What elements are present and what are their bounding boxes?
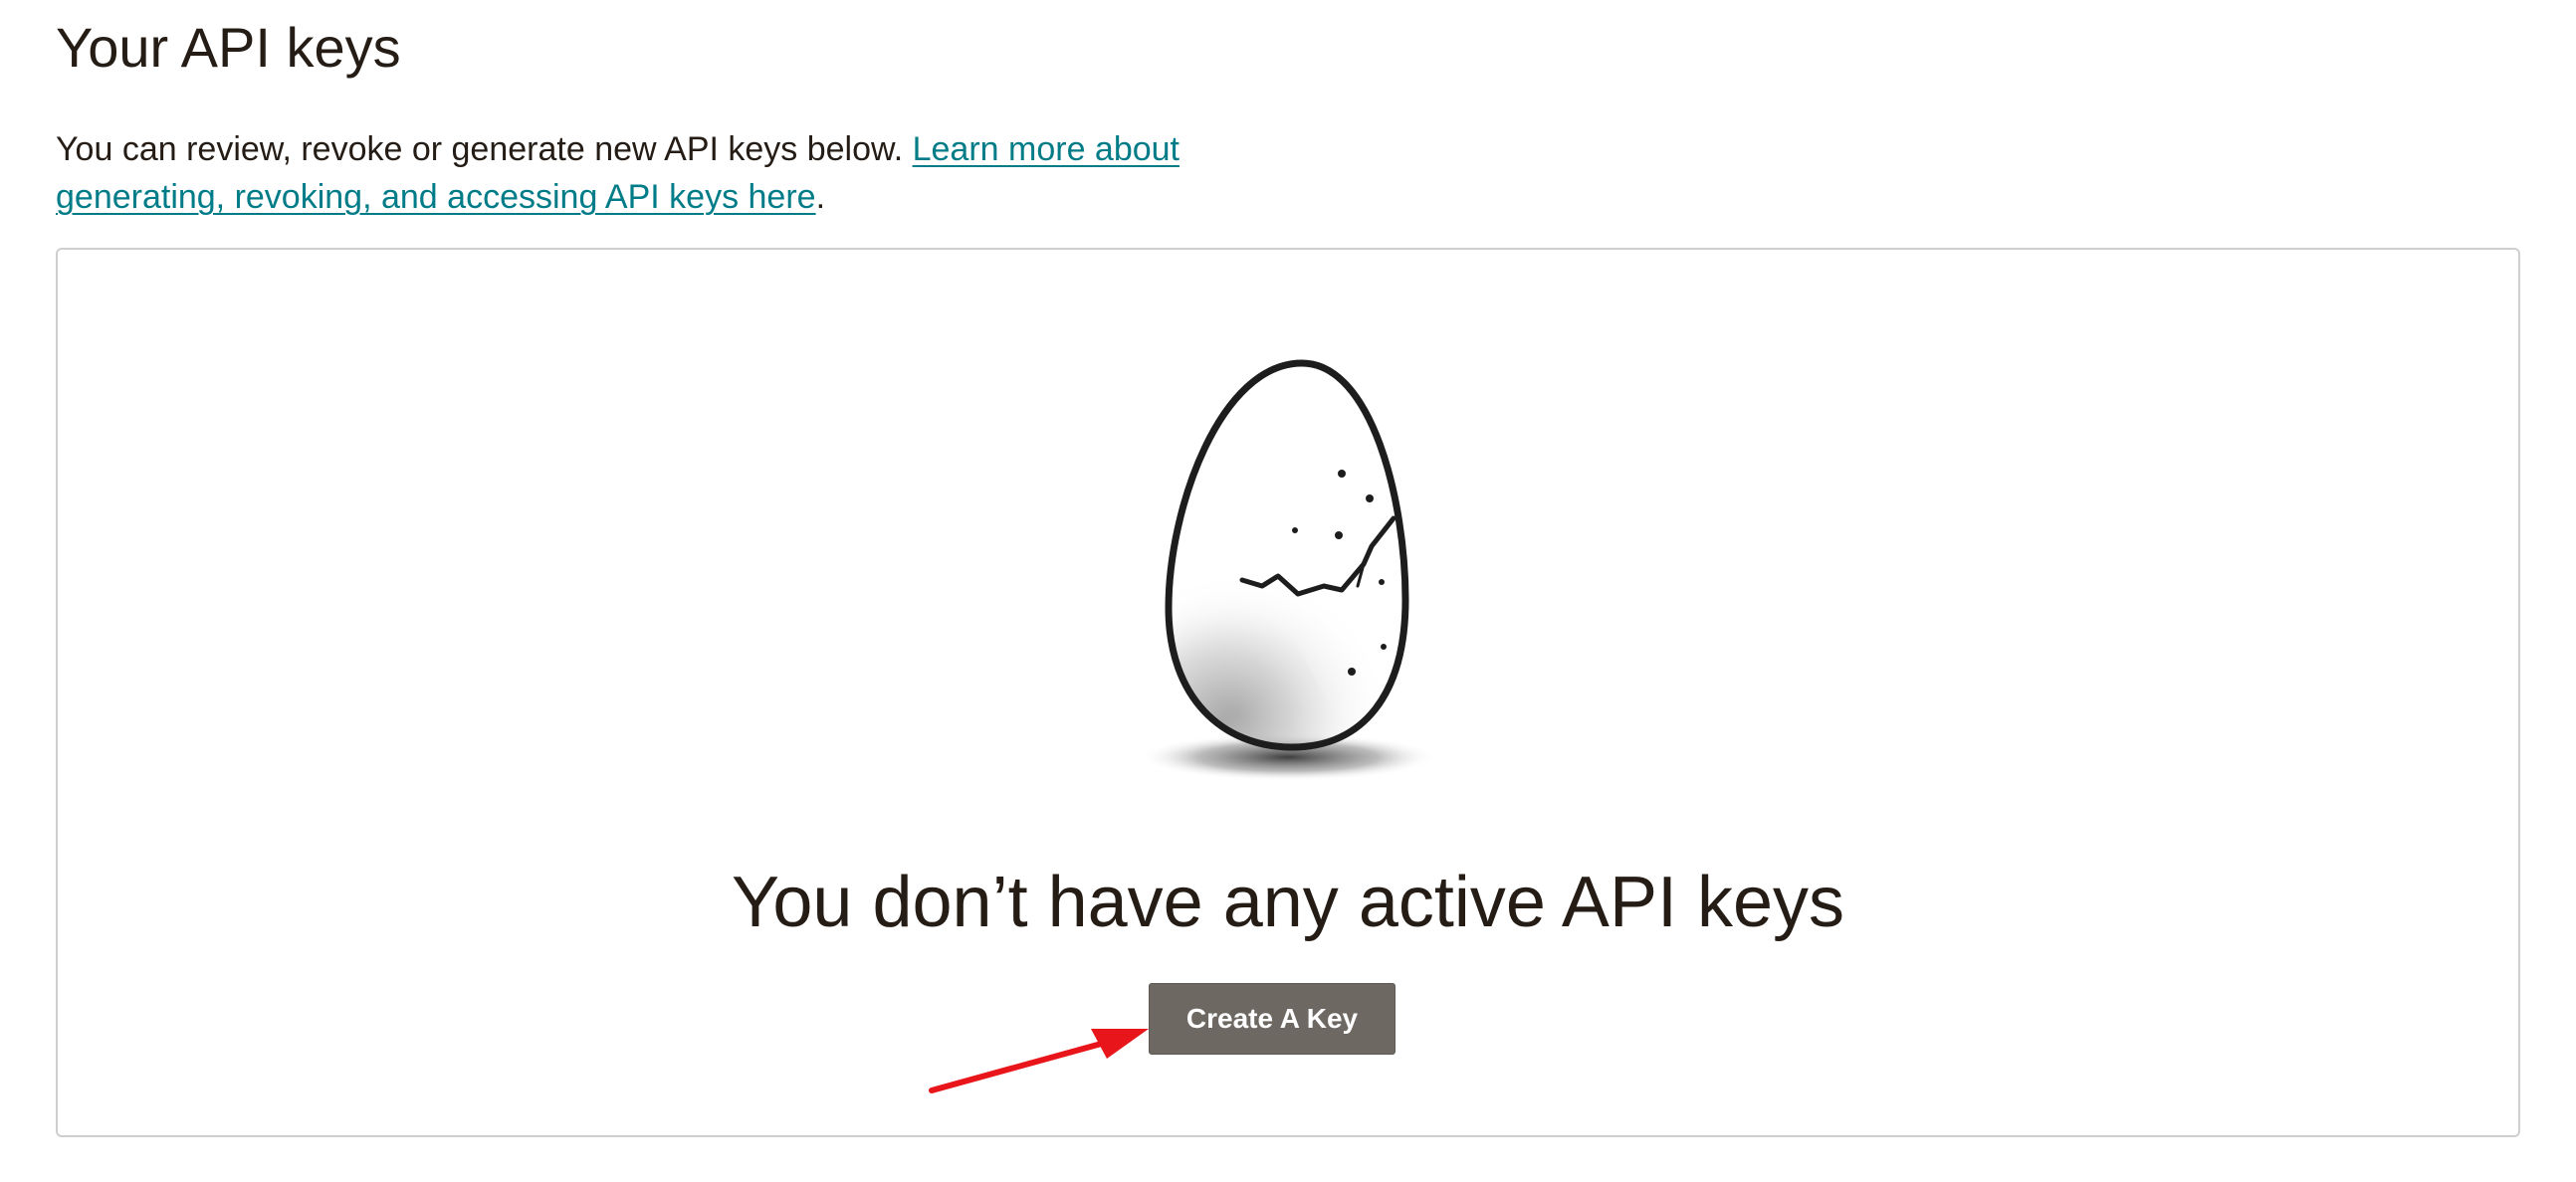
cracked-egg-icon [1139,359,1437,781]
create-key-button[interactable]: Create A Key [1149,983,1395,1055]
intro-trailing: . [815,178,826,216]
intro-text: You can review, revoke or generate new A… [56,130,904,168]
red-arrow-icon [929,1029,1149,1093]
page-title: Your API keys [56,16,401,79]
intro-paragraph: You can review, revoke or generate new A… [56,125,1230,221]
empty-state-title: You don’t have any active API keys [731,863,1845,942]
